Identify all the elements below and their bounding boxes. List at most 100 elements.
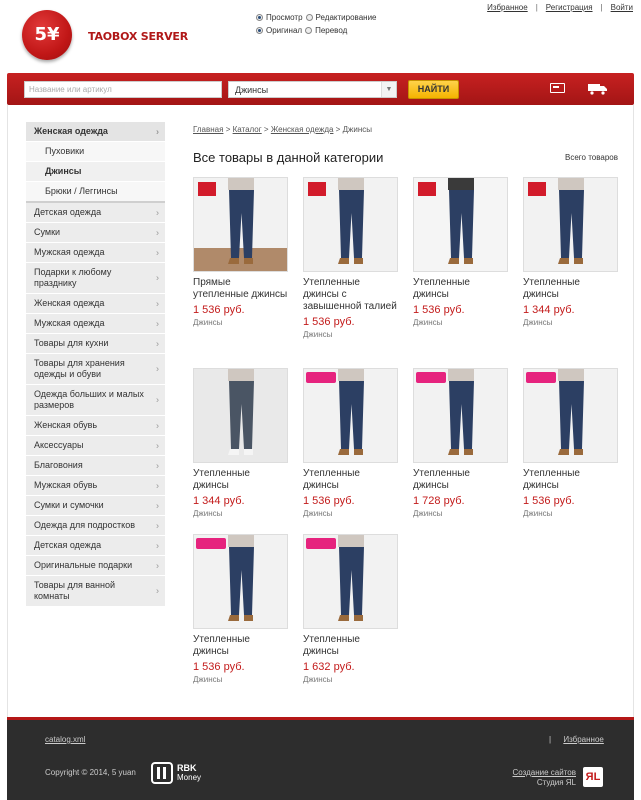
wallet-card-icon[interactable]	[550, 83, 565, 93]
rbk-money-logo[interactable]: RBK Money	[151, 762, 201, 784]
product-image[interactable]	[523, 177, 618, 272]
product-card[interactable]: Утепленные джинсы 1 536 руб. Джинсы	[413, 177, 508, 327]
register-link[interactable]: Регистрация	[546, 3, 593, 12]
sidebar-item-label: Товары для хранения одежды и обуви	[34, 358, 125, 379]
promo-tag-icon	[526, 372, 556, 383]
product-name[interactable]: Утепленные джинсы	[303, 634, 398, 658]
product-image[interactable]	[193, 368, 288, 463]
catalog-xml-link[interactable]: catalog.xml	[45, 735, 85, 744]
find-button[interactable]: НАЙТИ	[408, 80, 459, 99]
sidebar-item[interactable]: Детская одежда ›	[26, 203, 165, 223]
search-input[interactable]: Название или артикул	[24, 81, 222, 98]
product-name[interactable]: Утепленные джинсы	[523, 468, 618, 492]
product-name[interactable]: Утепленные джинсы	[303, 468, 398, 492]
sidebar-item[interactable]: Оригинальные подарки ›	[26, 556, 165, 576]
chevron-down-icon[interactable]: ▼	[381, 82, 396, 97]
brand-tag-icon	[418, 182, 436, 196]
sidebar-item[interactable]: Джинсы	[26, 162, 165, 182]
jeans-photo-icon	[524, 369, 617, 462]
product-price: 1 632 руб.	[303, 661, 355, 673]
product-card[interactable]: Утепленные джинсы 1 344 руб. Джинсы	[523, 177, 618, 327]
product-category: Джинсы	[523, 318, 553, 327]
sidebar-item[interactable]: Детская одежда ›	[26, 536, 165, 556]
sidebar-item[interactable]: Сумки и сумочки ›	[26, 496, 165, 516]
radio-unchecked-icon[interactable]	[305, 14, 313, 21]
chevron-right-icon: ›	[156, 440, 159, 450]
jeans-photo-icon	[194, 535, 287, 628]
product-card[interactable]: Утепленные джинсы 1 536 руб. Джинсы	[303, 368, 398, 518]
sidebar-item[interactable]: Подарки к любому празднику ›	[26, 263, 165, 294]
all-goods-label: Всего товаров	[565, 153, 618, 162]
breadcrumb-catalog[interactable]: Каталог	[233, 125, 262, 134]
sidebar-item[interactable]: Мужская обувь ›	[26, 476, 165, 496]
product-image[interactable]	[413, 177, 508, 272]
sidebar-item[interactable]: Аксессуары ›	[26, 436, 165, 456]
logo-text[interactable]: TAOBOX SERVER	[88, 30, 188, 43]
product-image[interactable]	[303, 177, 398, 272]
breadcrumb-home[interactable]: Главная	[193, 125, 223, 134]
sidebar-item[interactable]: Товары для хранения одежды и обуви ›	[26, 354, 165, 385]
footer-favorites-link[interactable]: Избранное	[563, 735, 604, 744]
product-card[interactable]: Прямые утепленные джинсы 1 536 руб. Джинсы	[193, 177, 288, 327]
sidebar-item[interactable]: Товары для ванной комнаты ›	[26, 576, 165, 607]
product-card[interactable]: Утепленные джинсы 1 728 руб. Джинсы	[413, 368, 508, 518]
sidebar-item[interactable]: Одежда больших и малых размеров ›	[26, 385, 165, 416]
sidebar-item[interactable]: Одежда для подростков ›	[26, 516, 165, 536]
product-name[interactable]: Утепленные джинсы	[193, 468, 288, 492]
product-image[interactable]	[413, 368, 508, 463]
breadcrumb-women[interactable]: Женская одежда	[271, 125, 334, 134]
product-name[interactable]: Утепленные джинсы	[523, 277, 618, 301]
delivery-truck-icon[interactable]	[588, 83, 608, 95]
sidebar-item-label: Детская одежда	[34, 540, 102, 550]
product-name[interactable]: Утепленные джинсы	[413, 277, 508, 301]
product-image[interactable]	[303, 534, 398, 629]
radio-checked-icon[interactable]	[256, 14, 263, 21]
sidebar-item[interactable]: Мужская одежда ›	[26, 314, 165, 334]
product-card[interactable]: Утепленные джинсы 1 632 руб. Джинсы	[303, 534, 398, 684]
product-card[interactable]: Утепленные джинсы 1 536 руб. Джинсы	[193, 534, 288, 684]
radio-unchecked-icon[interactable]	[305, 27, 313, 34]
sidebar-item[interactable]: Женская одежда ›	[26, 122, 165, 142]
chevron-right-icon: ›	[156, 480, 159, 490]
product-card[interactable]: Утепленные джинсы с завышенной талией 1 5…	[303, 177, 398, 339]
product-category: Джинсы	[193, 675, 223, 684]
mode-translate-radio[interactable]: Перевод	[305, 26, 347, 35]
mode-view-radio[interactable]: Просмотр	[256, 13, 303, 22]
studio-logo-icon[interactable]: ЯL	[583, 767, 603, 787]
product-image[interactable]	[193, 534, 288, 629]
chevron-right-icon: ›	[156, 227, 159, 237]
mode-edit-radio[interactable]: Редактирование	[305, 13, 377, 22]
sidebar-item[interactable]: Сумки ›	[26, 223, 165, 243]
jeans-photo-icon	[194, 369, 287, 462]
login-link[interactable]: Войти	[611, 3, 633, 12]
product-image[interactable]	[193, 177, 288, 272]
promo-tag-icon	[196, 538, 226, 549]
sidebar-item[interactable]: Женская обувь ›	[26, 416, 165, 436]
product-name[interactable]: Утепленные джинсы	[193, 634, 288, 658]
favorites-link[interactable]: Избранное	[487, 3, 528, 12]
brand-tag-icon	[528, 182, 546, 196]
product-name[interactable]: Утепленные джинсы	[413, 468, 508, 492]
site-dev-link[interactable]: Создание сайтов	[513, 768, 577, 777]
product-image[interactable]	[523, 368, 618, 463]
sidebar-item[interactable]: Женская одежда ›	[26, 294, 165, 314]
sidebar-item-label: Женская одежда	[34, 298, 105, 308]
sidebar-item[interactable]: Благовония ›	[26, 456, 165, 476]
product-card[interactable]: Утепленные джинсы 1 344 руб. Джинсы	[193, 368, 288, 518]
promo-tag-icon	[306, 538, 336, 549]
product-card[interactable]: Утепленные джинсы 1 536 руб. Джинсы	[523, 368, 618, 518]
radio-checked-icon[interactable]	[256, 27, 263, 34]
breadcrumb: Главная > Каталог > Женская одежда > Джи…	[193, 125, 372, 134]
chevron-right-icon: ›	[156, 500, 159, 510]
product-name[interactable]: Утепленные джинсы с завышенной талией	[303, 277, 398, 313]
logo-badge[interactable]: 5¥	[22, 10, 72, 60]
sidebar-item-label: Благовония	[34, 460, 83, 470]
sidebar-item[interactable]: Мужская одежда ›	[26, 243, 165, 263]
mode-original-radio[interactable]: Оригинал	[256, 26, 302, 35]
category-select[interactable]: Джинсы ▼	[228, 81, 397, 98]
sidebar-item[interactable]: Брюки / Леггинсы	[26, 182, 165, 203]
sidebar-item[interactable]: Пуховики	[26, 142, 165, 162]
product-name[interactable]: Прямые утепленные джинсы	[193, 277, 288, 301]
sidebar-item[interactable]: Товары для кухни ›	[26, 334, 165, 354]
product-image[interactable]	[303, 368, 398, 463]
